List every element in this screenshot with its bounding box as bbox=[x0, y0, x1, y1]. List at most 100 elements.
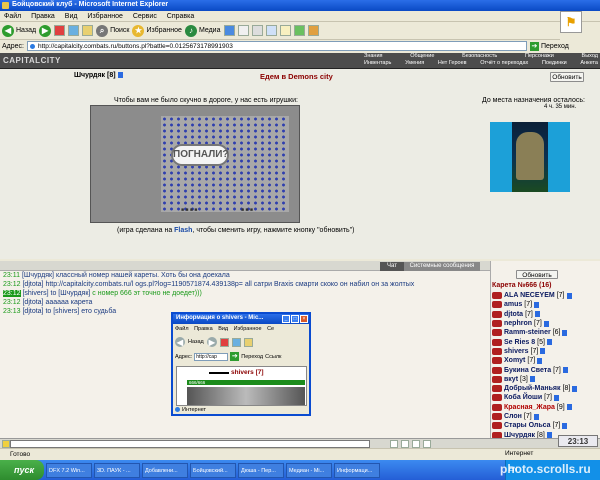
chat-input[interactable] bbox=[10, 439, 370, 448]
popup-menu-tools[interactable]: Се bbox=[267, 326, 274, 332]
popup-stop-icon[interactable] bbox=[219, 337, 229, 347]
info-badge-icon[interactable] bbox=[529, 376, 535, 383]
user-row[interactable]: вкуt [3] bbox=[492, 375, 600, 384]
popup-refresh-icon[interactable] bbox=[231, 337, 241, 347]
popup-menu-view[interactable]: Вид bbox=[218, 326, 228, 332]
info-badge-icon[interactable] bbox=[537, 357, 543, 364]
popup-go-label[interactable]: Переход bbox=[241, 354, 263, 360]
filter-icon[interactable] bbox=[412, 439, 420, 448]
taskbar-task[interactable]: Информаци... bbox=[334, 462, 380, 478]
info-badge-icon[interactable] bbox=[540, 348, 546, 355]
taskbar-task[interactable]: Медиан - Mi... bbox=[286, 462, 332, 478]
popup-back-icon[interactable]: ◀ bbox=[175, 337, 185, 347]
popup-home-icon[interactable] bbox=[243, 337, 253, 347]
research-icon[interactable] bbox=[307, 25, 319, 36]
menu-view[interactable]: Вид bbox=[65, 13, 78, 20]
print-icon[interactable] bbox=[251, 25, 263, 36]
forward-button[interactable]: ▶ bbox=[39, 24, 52, 37]
popup-menu-edit[interactable]: Правка bbox=[194, 326, 213, 332]
settings-icon[interactable] bbox=[423, 439, 431, 448]
user-row[interactable]: Слон [7] bbox=[492, 412, 600, 421]
nav-no-heroes[interactable]: Нет Героев bbox=[438, 60, 467, 66]
nav-fights[interactable]: Поединки bbox=[542, 60, 567, 66]
tab-system-messages[interactable]: Системные сообщения bbox=[404, 262, 480, 271]
user-row[interactable]: amus [7] bbox=[492, 300, 600, 309]
info-badge-icon[interactable] bbox=[562, 367, 568, 374]
clear-icon[interactable] bbox=[401, 439, 409, 448]
info-badge-icon[interactable] bbox=[572, 385, 578, 392]
user-row[interactable]: Ramm-steiner [6] bbox=[492, 328, 600, 337]
menu-file[interactable]: Файл bbox=[4, 13, 21, 20]
nav-exit[interactable]: Выход bbox=[582, 53, 598, 59]
send-icon[interactable] bbox=[390, 439, 398, 448]
maximize-icon[interactable]: □ bbox=[291, 315, 299, 323]
address-input[interactable]: http://capitalcity.combats.ru/buttons.pl… bbox=[26, 41, 527, 51]
user-row[interactable]: shivers [7] bbox=[492, 347, 600, 356]
user-row[interactable]: Se Ries 8 [5] bbox=[492, 337, 600, 346]
user-row[interactable]: Коба Йоши [7] bbox=[492, 393, 600, 402]
popup-forward-icon[interactable]: ▶ bbox=[206, 337, 217, 347]
favorites-button[interactable]: ★ Избранное bbox=[132, 24, 182, 37]
user-row[interactable]: Букина Света [7] bbox=[492, 365, 600, 374]
user-row[interactable]: Xomyt [7] bbox=[492, 356, 600, 365]
info-badge-icon[interactable] bbox=[562, 329, 568, 336]
user-row[interactable]: ALA NECEYEM [7] bbox=[492, 291, 600, 300]
taskbar-task[interactable]: Бойцовский... bbox=[190, 462, 236, 478]
start-button[interactable]: пуск bbox=[0, 460, 44, 480]
popup-menu-file[interactable]: Файл bbox=[175, 326, 189, 332]
edit-icon[interactable] bbox=[265, 25, 277, 36]
back-button[interactable]: ◀ Назад bbox=[2, 24, 36, 37]
info-badge-icon[interactable] bbox=[562, 422, 568, 429]
info-badge-icon[interactable] bbox=[533, 413, 539, 420]
nav-inventory[interactable]: Инвентарь bbox=[364, 60, 391, 66]
history-icon[interactable] bbox=[223, 25, 235, 36]
refresh-button[interactable]: Обновить bbox=[550, 72, 584, 82]
menu-tools[interactable]: Сервис bbox=[133, 13, 157, 20]
menu-edit[interactable]: Правка bbox=[31, 13, 55, 20]
tab-chat[interactable]: Чат bbox=[380, 262, 404, 271]
go-button[interactable]: ➔ Переход bbox=[529, 41, 569, 51]
stop-icon[interactable] bbox=[54, 25, 66, 36]
nav-profile[interactable]: Анкета bbox=[580, 60, 598, 66]
popup-go-icon[interactable]: ➔ bbox=[230, 352, 240, 361]
flash-link[interactable]: Flash bbox=[174, 227, 192, 234]
info-badge-icon[interactable] bbox=[546, 339, 552, 346]
popup-address-input[interactable]: http://cap bbox=[194, 352, 229, 361]
info-badge-icon[interactable] bbox=[117, 72, 123, 79]
taskbar-task[interactable]: DFX 7.2 Win... bbox=[46, 462, 92, 478]
smile-icon[interactable] bbox=[2, 439, 10, 448]
info-badge-icon[interactable] bbox=[553, 394, 559, 401]
media-button[interactable]: ♪ Медиа bbox=[184, 24, 221, 37]
discuss-icon[interactable] bbox=[279, 25, 291, 36]
user-row[interactable]: Добрый-Маньяк [8] bbox=[492, 384, 600, 393]
menu-favorites[interactable]: Избранное bbox=[87, 13, 122, 20]
nav-knowledge[interactable]: Знания bbox=[364, 53, 383, 59]
nav-skills[interactable]: Умения bbox=[405, 60, 424, 66]
info-badge-icon[interactable] bbox=[534, 301, 540, 308]
nav-characters[interactable]: Персонажи bbox=[525, 53, 554, 59]
users-refresh-button[interactable]: Обновить bbox=[516, 270, 558, 279]
nav-security[interactable]: Безопасность bbox=[462, 53, 497, 59]
mail-icon[interactable] bbox=[237, 25, 249, 36]
popup-menu-favorites[interactable]: Избранное bbox=[234, 326, 262, 332]
user-row[interactable]: Стары Ольса [7] bbox=[492, 421, 600, 430]
close-icon[interactable]: × bbox=[300, 315, 308, 323]
info-badge-icon[interactable] bbox=[534, 311, 540, 318]
user-row[interactable]: nephron [7] bbox=[492, 319, 600, 328]
nav-chat[interactable]: Общение bbox=[410, 53, 434, 59]
menu-help[interactable]: Справка bbox=[167, 13, 194, 20]
taskbar-task[interactable]: 3D. ПАУК - ... bbox=[94, 462, 140, 478]
messenger-icon[interactable] bbox=[293, 25, 305, 36]
user-row[interactable]: Красная_Жара [9] bbox=[492, 403, 600, 412]
user-row[interactable]: djtota [7] bbox=[492, 310, 600, 319]
taskbar-task[interactable]: Добавлени... bbox=[142, 462, 188, 478]
nav-transfers[interactable]: Отчёт о переходах bbox=[480, 60, 528, 66]
flash-game[interactable]: ПОГНАЛИ? ■ ■ ■ ■ ■ ■ ■ bbox=[90, 105, 300, 223]
info-badge-icon[interactable] bbox=[566, 292, 572, 299]
minimize-icon[interactable]: _ bbox=[282, 315, 290, 323]
info-badge-icon[interactable] bbox=[543, 320, 549, 327]
refresh-icon[interactable] bbox=[68, 25, 80, 36]
home-icon[interactable] bbox=[82, 25, 94, 36]
info-badge-icon[interactable] bbox=[566, 404, 572, 411]
popup-links[interactable]: Ссылк bbox=[265, 354, 281, 360]
